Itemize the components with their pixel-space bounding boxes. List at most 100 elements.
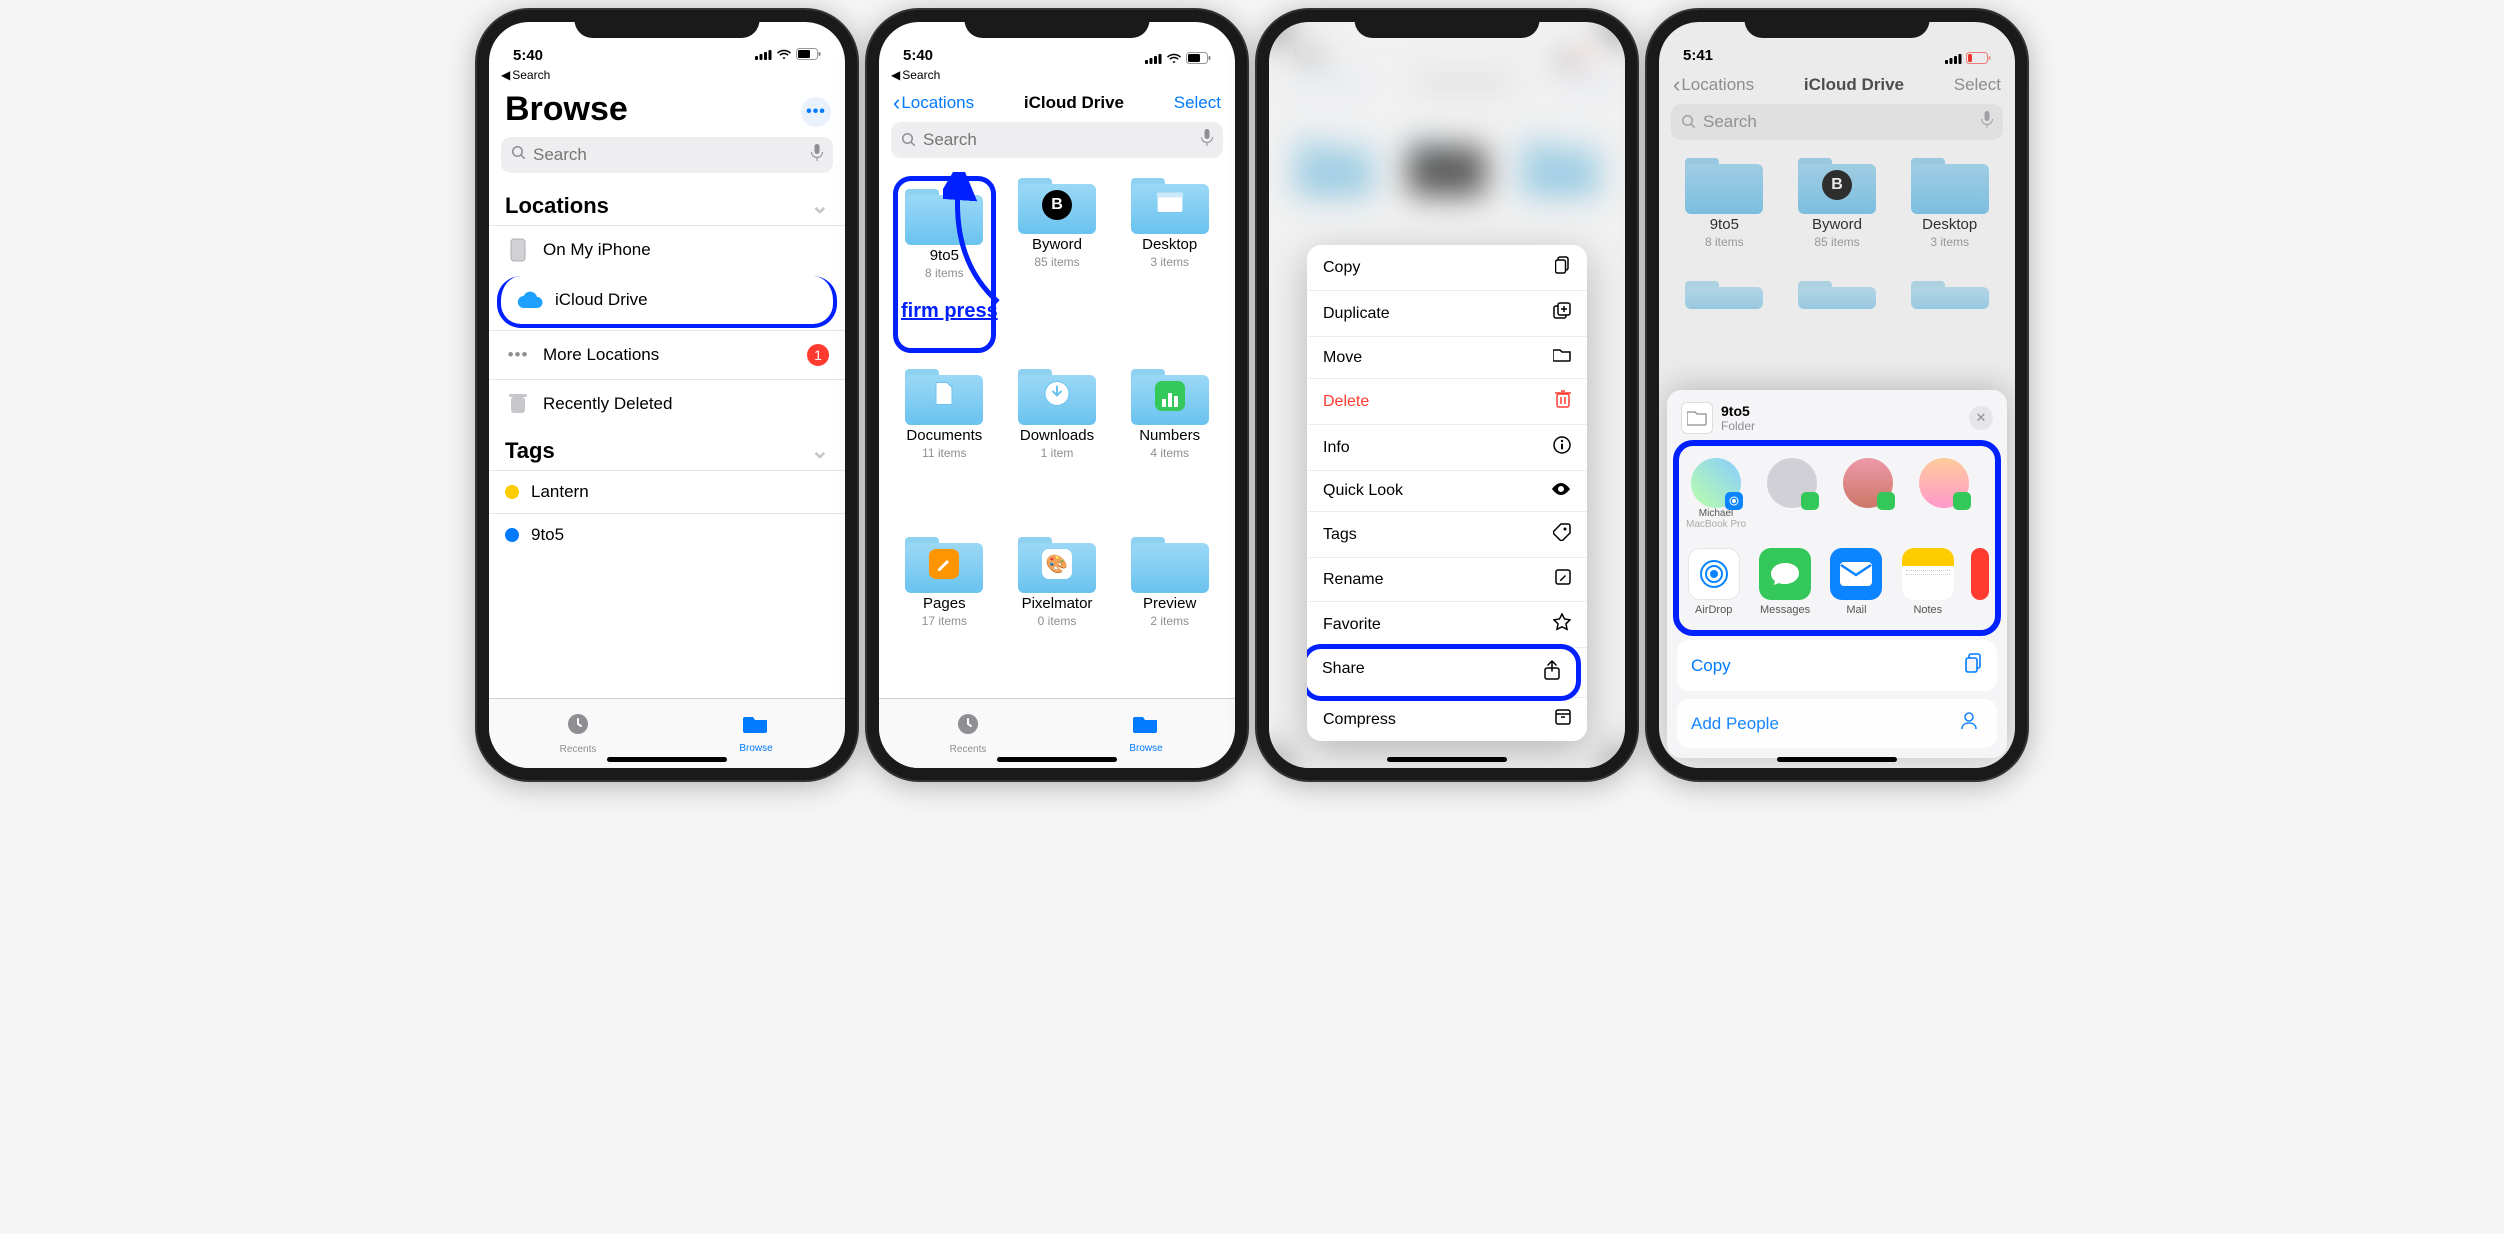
context-menu: Copy Duplicate Move Delete Info Quick Lo…: [1307, 245, 1587, 741]
folder-icon: [1681, 402, 1713, 434]
avatar: [1767, 458, 1817, 508]
clock-icon: [566, 712, 590, 742]
chevron-down-icon: ⌄: [811, 193, 829, 219]
chevron-left-icon: ‹: [893, 90, 900, 116]
phone-2: 5:40 ◀Search ‹ Locations iCloud Drive Se…: [867, 10, 1247, 780]
avatar: [1843, 458, 1893, 508]
menu-info[interactable]: Info: [1307, 425, 1587, 471]
location-more[interactable]: ••• More Locations 1: [489, 330, 845, 379]
annotation-firm-press: firm press: [901, 300, 998, 323]
menu-move[interactable]: Move: [1307, 337, 1587, 379]
avatar: [1919, 458, 1969, 508]
contact-2[interactable]: [1761, 458, 1823, 530]
star-icon: [1553, 613, 1571, 636]
tag-lantern[interactable]: Lantern: [489, 470, 845, 513]
folder-pages[interactable]: Pages 17 items: [893, 535, 996, 690]
folder-numbers[interactable]: Numbers 4 items: [1118, 367, 1221, 522]
menu-tags[interactable]: Tags: [1307, 512, 1587, 558]
airdrop-icon: [1688, 548, 1740, 600]
status-time: 5:40: [903, 47, 933, 64]
app-notes[interactable]: Notes: [1899, 548, 1956, 616]
notes-icon: [1902, 548, 1954, 600]
menu-compress[interactable]: Compress: [1307, 698, 1587, 741]
ellipsis-icon: •••: [505, 342, 531, 368]
back-to-search[interactable]: ◀Search: [879, 66, 1235, 84]
archive-icon: [1555, 709, 1571, 730]
location-on-my-iphone[interactable]: On My iPhone: [489, 225, 845, 274]
tag-dot-icon: [505, 485, 519, 499]
close-button[interactable]: ✕: [1969, 406, 1993, 430]
airdrop-contacts-row: Michael MacBook Pro: [1683, 450, 1991, 538]
phone-1: 5:40 ◀ Search Browse •••: [477, 10, 857, 780]
location-icloud-drive[interactable]: iCloud Drive: [497, 276, 837, 328]
menu-copy[interactable]: Copy: [1307, 245, 1587, 291]
locations-header[interactable]: Locations ⌄: [489, 183, 845, 225]
app-messages[interactable]: Messages: [1756, 548, 1813, 616]
folder-downloads[interactable]: Downloads 1 item: [1006, 367, 1109, 522]
back-label: Search: [512, 68, 550, 82]
mail-icon: [1830, 548, 1882, 600]
status-indicators: [1145, 52, 1211, 64]
back-to-search[interactable]: ◀ Search: [489, 66, 845, 84]
share-apps-row: AirDrop Messages Mail Notes: [1683, 538, 1991, 626]
contact-3[interactable]: [1837, 458, 1899, 530]
search-input[interactable]: [533, 145, 805, 165]
mic-icon[interactable]: [1201, 129, 1213, 152]
copy-icon: [1555, 256, 1571, 279]
home-indicator[interactable]: [997, 757, 1117, 762]
search-input[interactable]: [923, 130, 1195, 150]
select-button[interactable]: Select: [1174, 93, 1221, 113]
folder-icon: [743, 713, 769, 741]
home-indicator[interactable]: [1387, 757, 1507, 762]
app-airdrop[interactable]: AirDrop: [1685, 548, 1742, 616]
folder-preview[interactable]: Preview 2 items: [1118, 535, 1221, 690]
action-copy[interactable]: Copy: [1677, 640, 1997, 691]
folder-byword[interactable]: B Byword 85 items: [1006, 176, 1109, 353]
location-recently-deleted[interactable]: Recently Deleted: [489, 379, 845, 428]
tag-9to5[interactable]: 9to5: [489, 513, 845, 556]
trash-icon: [1555, 390, 1571, 413]
nav-bar: ‹ Locations iCloud Drive Select: [879, 84, 1235, 122]
menu-favorite[interactable]: Favorite: [1307, 602, 1587, 648]
messages-badge-icon: [1877, 492, 1895, 510]
folder-pixelmator[interactable]: 🎨 Pixelmator 0 items: [1006, 535, 1109, 690]
mic-icon[interactable]: [811, 144, 823, 167]
folder-documents[interactable]: Documents 11 items: [893, 367, 996, 522]
menu-quicklook[interactable]: Quick Look: [1307, 471, 1587, 512]
avatar: [1691, 458, 1741, 508]
menu-rename[interactable]: Rename: [1307, 558, 1587, 602]
folder-icon: [1553, 348, 1571, 367]
phone-3: 5:40 ‹ LocationsiCloud DriveSelect Copy …: [1257, 10, 1637, 780]
folder-desktop[interactable]: Desktop 3 items: [1118, 176, 1221, 353]
menu-duplicate[interactable]: Duplicate: [1307, 291, 1587, 337]
contact-michael[interactable]: Michael MacBook Pro: [1685, 458, 1747, 530]
byword-icon: B: [1042, 190, 1072, 220]
tags-header[interactable]: Tags ⌄: [489, 428, 845, 470]
menu-delete[interactable]: Delete: [1307, 379, 1587, 425]
folder-grid: 9to5 8 items B Byword 85 items Desktop 3…: [879, 168, 1235, 698]
status-time: 5:40: [513, 47, 543, 64]
app-more[interactable]: [1971, 548, 1990, 616]
home-indicator[interactable]: [1777, 757, 1897, 762]
search-bar[interactable]: [891, 122, 1223, 158]
messages-icon: [1759, 548, 1811, 600]
page-title: Browse: [503, 86, 644, 137]
window-icon: [1157, 193, 1183, 218]
wifi-icon: [776, 47, 792, 64]
pixelmator-app-icon: 🎨: [1042, 549, 1072, 579]
more-button[interactable]: •••: [801, 97, 831, 127]
menu-share-wrapper: Share: [1307, 648, 1587, 698]
pencil-icon: [1555, 569, 1571, 590]
status-indicators: [755, 47, 821, 64]
app-mail[interactable]: Mail: [1828, 548, 1885, 616]
cellular-icon: [755, 47, 772, 64]
menu-share[interactable]: Share: [1307, 644, 1581, 701]
nav-back[interactable]: ‹ Locations: [893, 90, 974, 116]
home-indicator[interactable]: [607, 757, 727, 762]
action-add-people[interactable]: Add People: [1677, 699, 1997, 748]
share-targets-highlighted: Michael MacBook Pro: [1673, 440, 2001, 636]
contact-4[interactable]: [1913, 458, 1975, 530]
annotation-arrow-icon: [943, 172, 1013, 312]
nav-title: iCloud Drive: [1024, 93, 1124, 113]
search-bar[interactable]: [501, 137, 833, 173]
